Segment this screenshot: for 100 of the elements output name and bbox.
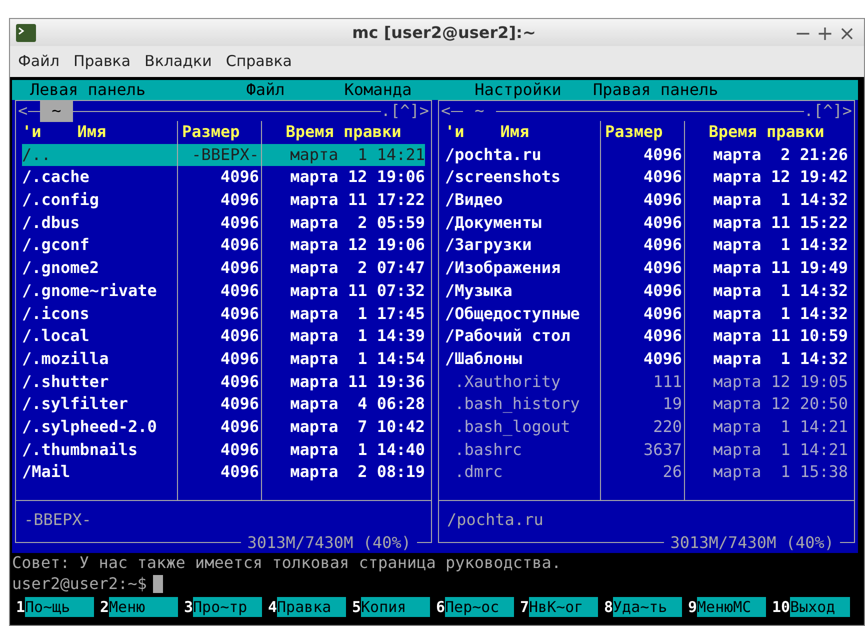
history-button[interactable]: .[^]>: [804, 100, 852, 122]
file-size: 3637: [643, 440, 682, 459]
file-name[interactable]: /.local: [22, 326, 90, 346]
modified-time: марта 11 17:22: [290, 190, 425, 210]
left-arrow-mark[interactable]: <: [441, 100, 451, 122]
file-name[interactable]: /Видео: [445, 190, 503, 210]
file-row[interactable]: /.gnome2 4096 марта 2 07:47: [22, 257, 425, 280]
file-name[interactable]: /.icons: [22, 304, 90, 323]
file-row[interactable]: .Xauthority 111 марта 12 19:05: [445, 370, 848, 394]
file-name[interactable]: /..: [22, 144, 51, 164]
file-row[interactable]: /Документы 4096 марта 11 15:22: [445, 212, 848, 234]
file-name[interactable]: .Xauthority: [445, 372, 561, 391]
file-name[interactable]: .bash_logout: [445, 416, 570, 436]
column-header[interactable]: Время правки: [286, 122, 402, 141]
file-row[interactable]: /.dbus 4096 марта 2 05:59: [22, 212, 425, 234]
file-size: 26: [662, 462, 682, 482]
file-name[interactable]: /Изображения: [445, 258, 561, 278]
file-name[interactable]: /.gnome2: [22, 258, 100, 278]
file-name[interactable]: /.cache: [22, 167, 90, 186]
file-name[interactable]: /.mozilla: [22, 348, 109, 368]
file-row[interactable]: /.gnome~rivate 4096 марта 11 07:32: [22, 280, 425, 303]
sort-mark[interactable]: 'и: [445, 121, 464, 144]
file-row[interactable]: /Общедоступные 4096 марта 1 14:32: [445, 302, 848, 326]
history-button[interactable]: .[^]>: [380, 100, 429, 122]
file-size: 4096: [220, 326, 259, 346]
file-name[interactable]: /Документы: [445, 212, 542, 232]
file-row[interactable]: /.icons 4096 марта 1 17:45: [22, 302, 425, 326]
file-row[interactable]: .dmrc 26 марта 1 15:38: [445, 461, 848, 484]
menu-item[interactable]: Вкладки: [144, 50, 212, 73]
column-header[interactable]: Имя: [77, 121, 106, 144]
file-name[interactable]: /Музыка: [445, 280, 512, 300]
mc-menu-item[interactable]: Файл: [218, 80, 313, 100]
file-size: 4096: [220, 462, 259, 482]
file-row[interactable]: /Музыка 4096 марта 1 14:32: [445, 280, 848, 303]
file-name[interactable]: /Рабочий стол: [445, 326, 570, 346]
file-row[interactable]: /Видео 4096 марта 1 14:32: [445, 189, 848, 212]
mc-menu-item[interactable]: Настройки: [443, 80, 593, 100]
column-header[interactable]: Размер: [601, 122, 663, 141]
file-name[interactable]: /.gnome~rivate: [22, 280, 157, 300]
file-name[interactable]: /.sylfilter: [22, 394, 128, 414]
file-row[interactable]: /.config 4096 марта 11 17:22: [22, 189, 425, 212]
file-size: 4096: [220, 258, 259, 278]
sort-mark[interactable]: 'и: [22, 121, 42, 144]
file-row[interactable]: .bash_history 19 марта 12 20:50: [445, 393, 848, 416]
file-row[interactable]: /.thumbnails 4096 марта 1 14:40: [22, 438, 425, 462]
file-name[interactable]: /Общедоступные: [445, 304, 580, 323]
column-header[interactable]: Размер: [178, 122, 240, 141]
file-name[interactable]: /.config: [22, 190, 100, 210]
file-name[interactable]: /.thumbnails: [22, 440, 138, 459]
file-name[interactable]: /.gconf: [22, 235, 90, 254]
mc-menu-item[interactable]: Команда: [313, 80, 443, 100]
file-name[interactable]: .dmrc: [445, 462, 503, 482]
modified-time: марта 2 21:26: [713, 144, 848, 164]
file-name[interactable]: /screenshots: [445, 167, 561, 186]
left-arrow-mark[interactable]: <: [18, 100, 28, 122]
window-control[interactable]: +: [814, 22, 836, 42]
mc-menu-item[interactable]: Левая панель: [18, 80, 218, 100]
file-size: 4096: [220, 304, 259, 323]
modified-time: марта 1 14:54: [290, 348, 425, 368]
file-name[interactable]: /.sylpheed-2.0: [22, 416, 157, 436]
file-name[interactable]: /Загрузки: [445, 235, 532, 254]
file-row[interactable]: /Mail 4096 марта 2 08:19: [22, 461, 425, 484]
menu-item[interactable]: Правка: [73, 50, 131, 73]
file-name[interactable]: /pochta.ru: [445, 144, 542, 164]
column-header[interactable]: Время правки: [708, 122, 824, 141]
mc-menu-item[interactable]: Правая панель: [593, 80, 718, 100]
file-row[interactable]: /Изображения 4096 марта 11 19:49: [445, 257, 848, 280]
window-control[interactable]: −: [792, 22, 814, 42]
file-row[interactable]: .bashrc 3637 марта 1 14:21: [445, 438, 848, 462]
modified-time: марта 2 08:19: [290, 462, 425, 482]
file-row[interactable]: /Шаблоны 4096 марта 1 14:32: [445, 348, 848, 371]
file-row[interactable]: .bash_logout 220 марта 1 14:21: [445, 416, 848, 439]
file-row[interactable]: /pochta.ru 4096 марта 2 21:26: [445, 144, 848, 166]
file-name[interactable]: /.dbus: [22, 212, 80, 232]
file-name[interactable]: .bashrc: [445, 440, 522, 459]
modified-time: марта 1 14:21: [713, 440, 848, 459]
menu-item[interactable]: Справка: [226, 50, 292, 73]
file-name[interactable]: /Шаблоны: [445, 348, 522, 368]
file-row[interactable]: /.mozilla 4096 марта 1 14:54: [22, 348, 425, 371]
modified-time: марта 1 14:32: [713, 348, 848, 368]
window-control[interactable]: ×: [836, 22, 858, 42]
file-row[interactable]: /.cache 4096 марта 12 19:06: [22, 166, 425, 190]
menu-item[interactable]: Файл: [18, 50, 60, 73]
file-name[interactable]: .bash_history: [445, 394, 580, 414]
file-row[interactable]: /.sylpheed-2.0 4096 марта 7 10:42: [22, 416, 425, 439]
file-row[interactable]: /.. -ВВЕРХ- марта 1 14:21: [22, 144, 425, 166]
directory-tab[interactable]: ~: [40, 100, 74, 122]
modified-time: марта 12 19:06: [290, 235, 425, 254]
file-row[interactable]: /Загрузки 4096 марта 1 14:32: [445, 234, 848, 258]
file-name[interactable]: /.shutter: [22, 372, 109, 391]
file-row[interactable]: /.gconf 4096 марта 12 19:06: [22, 234, 425, 258]
file-row[interactable]: /.sylfilter 4096 марта 4 06:28: [22, 393, 425, 416]
file-row[interactable]: /.local 4096 марта 1 14:39: [22, 325, 425, 348]
column-header[interactable]: Имя: [500, 121, 530, 144]
file-name[interactable]: /Mail: [22, 462, 70, 482]
file-size: 4096: [643, 304, 682, 323]
directory-tab[interactable]: ~: [462, 100, 496, 122]
file-row[interactable]: /screenshots 4096 марта 12 19:42: [445, 166, 848, 190]
file-row[interactable]: /.shutter 4096 марта 11 19:36: [22, 370, 425, 394]
file-row[interactable]: /Рабочий стол 4096 марта 11 10:59: [445, 325, 848, 348]
